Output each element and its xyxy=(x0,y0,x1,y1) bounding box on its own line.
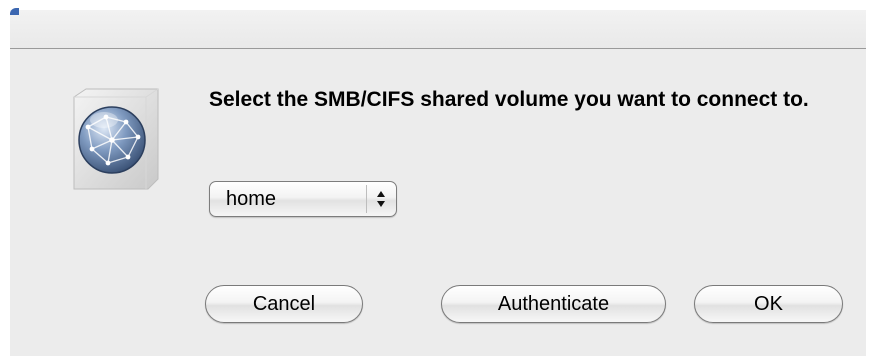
network-globe-icon xyxy=(68,87,162,191)
smb-connect-window: Select the SMB/CIFS shared volume you wa… xyxy=(0,0,870,356)
volume-select-popup[interactable]: home xyxy=(209,181,397,217)
ok-button[interactable]: OK xyxy=(694,285,843,323)
authenticate-button[interactable]: Authenticate xyxy=(441,285,666,323)
window-titlebar[interactable] xyxy=(10,10,866,49)
dialog-message: Select the SMB/CIFS shared volume you wa… xyxy=(209,88,809,111)
window-corner-mark xyxy=(10,8,19,15)
cancel-button[interactable]: Cancel xyxy=(205,285,363,323)
up-down-arrows-icon xyxy=(372,188,390,210)
popup-divider xyxy=(366,185,367,213)
volume-select-value: home xyxy=(226,188,277,210)
